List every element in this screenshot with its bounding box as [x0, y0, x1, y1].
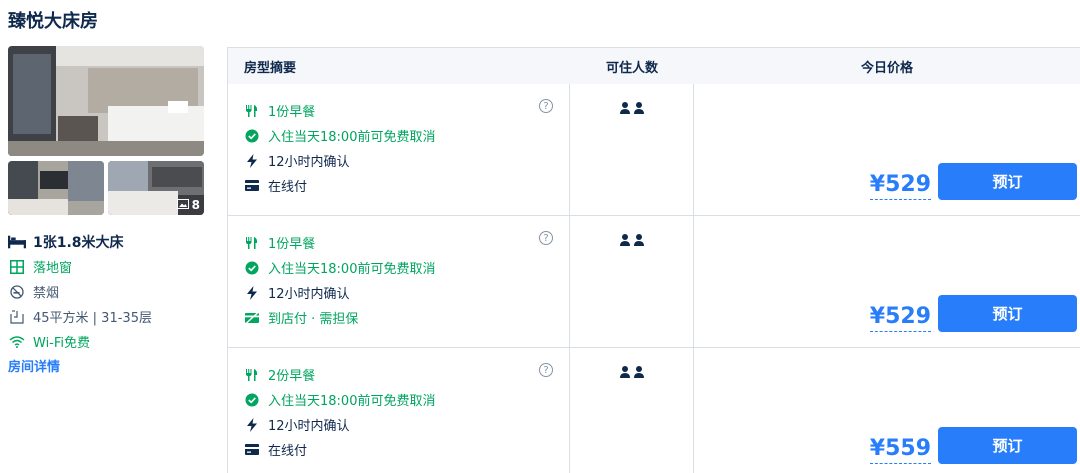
offer-row: 1份早餐 入住当天18:00前可免费取消 12小时内确认 在线付 ? ¥529 … [228, 84, 1080, 216]
floor-plan-icon [8, 308, 26, 326]
cancel-line: 入住当天18:00前可免费取消 [244, 255, 569, 280]
cancel-line: 入住当天18:00前可免费取消 [244, 123, 569, 148]
room-title: 臻悦大床房 [8, 11, 98, 32]
offer-guests [570, 348, 694, 473]
help-icon[interactable]: ? [539, 99, 553, 113]
header-guests: 可住人数 [605, 60, 658, 76]
help-icon[interactable]: ? [539, 363, 553, 377]
confirm-line: 12小时内确认 [244, 412, 569, 437]
breakfast-icon [244, 235, 260, 251]
room-photo-main[interactable] [8, 46, 204, 156]
wifi-icon [8, 333, 26, 351]
offer-row: 1份早餐 入住当天18:00前可免费取消 12小时内确认 到店付 · 需担保 ? [228, 216, 1080, 348]
area-floor-info: 45平方米 | 31-35层 [8, 304, 208, 329]
image-icon [176, 198, 189, 212]
check-circle-icon [244, 260, 260, 276]
room-facts: 1张1.8米大床 落地窗 禁烟 45平方米 | 31-35层 Wi-Fi免费 [8, 230, 208, 354]
card-icon [244, 442, 260, 458]
offer-summary: 1份早餐 入住当天18:00前可免费取消 12小时内确认 在线付 ? [228, 84, 570, 215]
lightning-icon [244, 153, 260, 169]
breakfast-icon [244, 103, 260, 119]
payment-line: 到店付 · 需担保 [244, 305, 569, 330]
check-circle-icon [244, 392, 260, 408]
room-details-link[interactable]: 房间详情 [8, 356, 60, 375]
two-guests-icon [620, 234, 644, 246]
lightning-icon [244, 285, 260, 301]
smoking-info: 禁烟 [8, 279, 208, 304]
bed-icon [8, 233, 26, 251]
offers-table: 房型摘要 可住人数 今日价格 1份早餐 入住当天18:00前可免费取消 12小时… [227, 47, 1080, 473]
photo-count: 8 [176, 198, 200, 212]
breakfast-line: 2份早餐 [244, 362, 569, 387]
price: ¥559 [869, 436, 931, 464]
room-photo-thumb[interactable]: 8 [108, 161, 204, 215]
confirm-line: 12小时内确认 [244, 148, 569, 173]
offer-guests [570, 84, 694, 215]
breakfast-line: 1份早餐 [244, 230, 569, 255]
book-button[interactable]: 预订 [938, 163, 1077, 200]
book-button[interactable]: 预订 [938, 427, 1077, 464]
breakfast-line: 1份早餐 [244, 98, 569, 123]
offer-summary: 2份早餐 入住当天18:00前可免费取消 12小时内确认 在线付 ? [228, 348, 570, 473]
offer-guests [570, 216, 694, 347]
payment-line: 在线付 [244, 173, 569, 198]
window-info: 落地窗 [8, 254, 208, 279]
offer-price-cell: ¥529 预订 [694, 84, 1080, 215]
offer-price-cell: ¥559 预订 [694, 348, 1080, 473]
window-icon [8, 258, 26, 276]
table-header: 房型摘要 可住人数 今日价格 [228, 48, 1080, 84]
price: ¥529 [869, 172, 931, 200]
check-circle-icon [244, 128, 260, 144]
card-icon [244, 178, 260, 194]
offer-row: 2份早餐 入住当天18:00前可免费取消 12小时内确认 在线付 ? ¥559 … [228, 348, 1080, 473]
help-icon[interactable]: ? [539, 231, 553, 245]
header-price: 今日价格 [860, 60, 913, 76]
confirm-line: 12小时内确认 [244, 280, 569, 305]
cancel-line: 入住当天18:00前可免费取消 [244, 387, 569, 412]
offer-summary: 1份早餐 入住当天18:00前可免费取消 12小时内确认 到店付 · 需担保 ? [228, 216, 570, 347]
lightning-icon [244, 417, 260, 433]
two-guests-icon [620, 366, 644, 378]
room-photo-thumb[interactable] [8, 161, 104, 215]
breakfast-icon [244, 367, 260, 383]
price: ¥529 [869, 304, 931, 332]
no-smoking-icon [8, 283, 26, 301]
bed-info: 1张1.8米大床 [8, 230, 208, 254]
no-prepay-card-icon [244, 310, 260, 326]
wifi-info: Wi-Fi免费 [8, 329, 208, 354]
two-guests-icon [620, 102, 644, 114]
room-photos[interactable]: 8 [8, 46, 204, 215]
book-button[interactable]: 预订 [938, 295, 1077, 332]
header-summary: 房型摘要 [244, 60, 297, 76]
payment-line: 在线付 [244, 437, 569, 462]
offer-price-cell: ¥529 预订 [694, 216, 1080, 347]
